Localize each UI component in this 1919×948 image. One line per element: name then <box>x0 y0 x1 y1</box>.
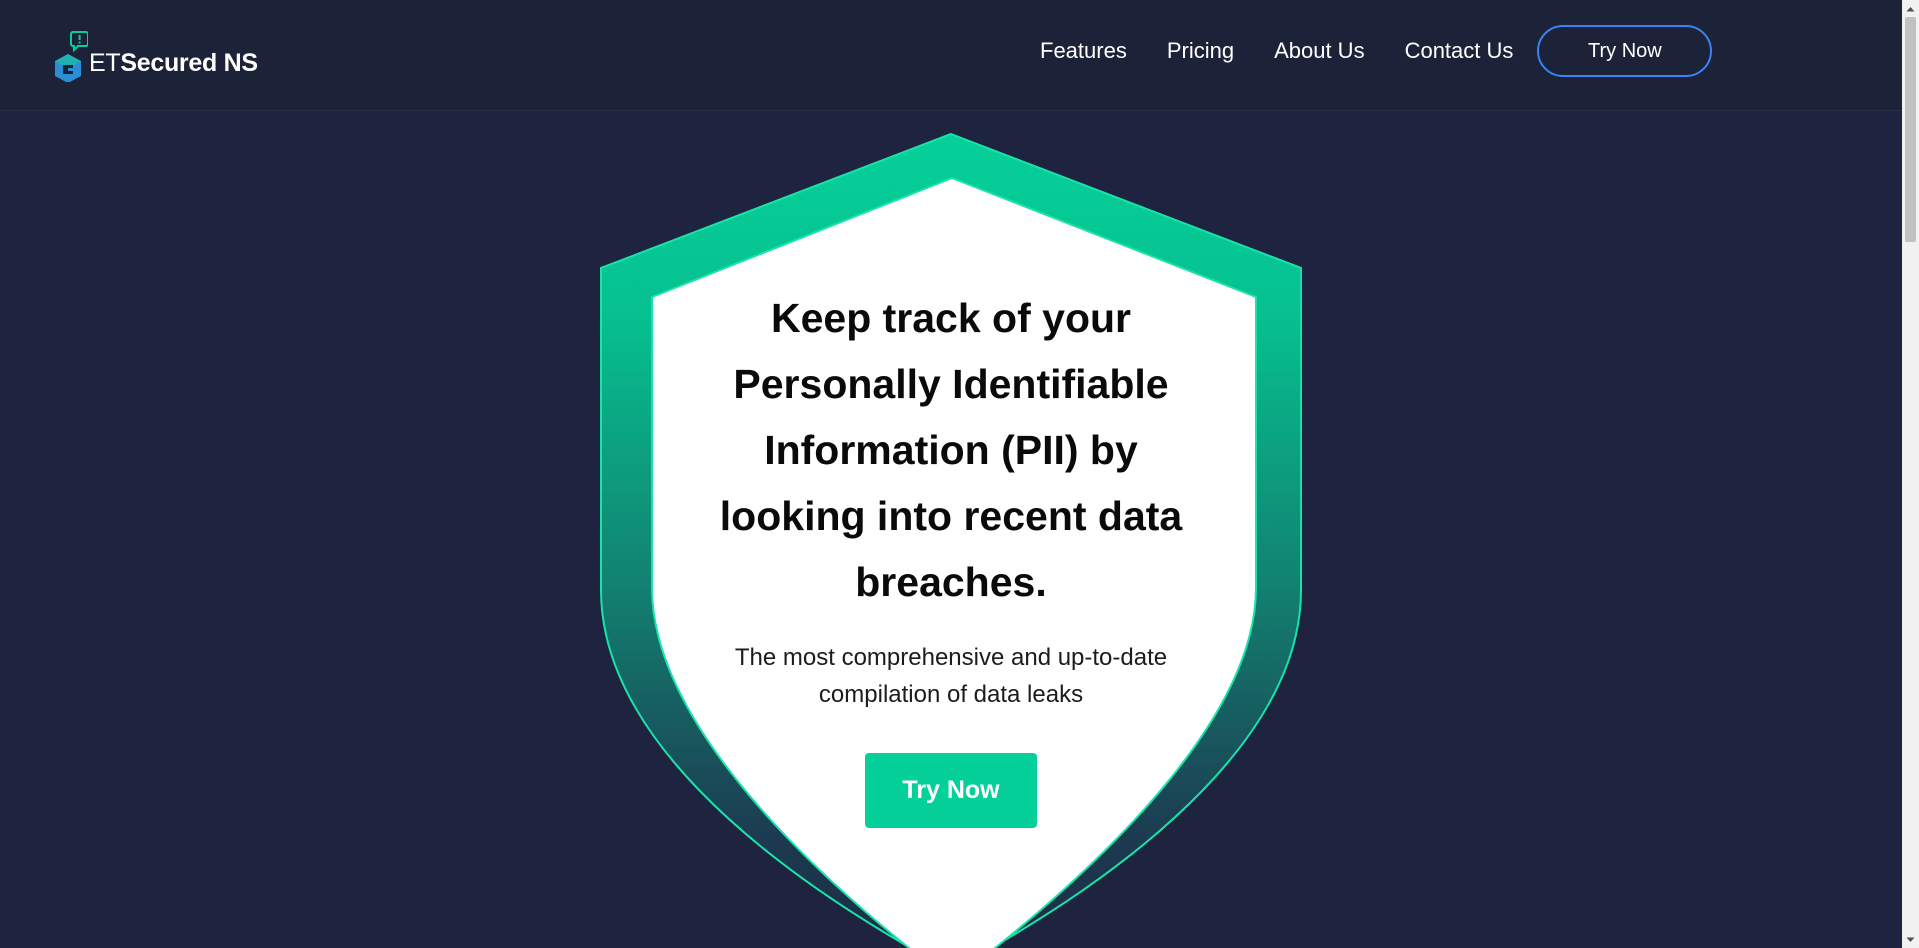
nav-link-about-us[interactable]: About Us <box>1274 38 1365 64</box>
brand-name-rest: Secured NS <box>120 49 258 77</box>
nav-link-contact-us[interactable]: Contact Us <box>1405 38 1514 64</box>
nav-link-pricing[interactable]: Pricing <box>1167 38 1234 64</box>
main-nav: Features Pricing About Us Contact Us Try… <box>1040 0 1713 102</box>
brand-logo[interactable]: ETSecured NS <box>54 26 258 83</box>
hero-try-now-button[interactable]: Try Now <box>865 753 1037 828</box>
brand-name: ETSecured NS <box>89 49 258 78</box>
scroll-up-arrow-icon[interactable] <box>1902 0 1919 17</box>
hero-subtitle: The most comprehensive and up-to-date co… <box>734 644 1168 708</box>
page-scrollbar[interactable] <box>1902 0 1919 948</box>
hero-section: Keep track of your Personally Identifiab… <box>650 285 1252 828</box>
logo-mark-icon <box>54 30 89 83</box>
hero-title: Keep track of your Personally Identifiab… <box>719 295 1183 605</box>
scrollbar-thumb[interactable] <box>1905 17 1916 242</box>
scroll-down-arrow-icon[interactable] <box>1902 931 1919 948</box>
brand-name-et: ET <box>89 49 121 77</box>
nav-try-now-button[interactable]: Try Now <box>1537 25 1713 77</box>
nav-link-features[interactable]: Features <box>1040 38 1127 64</box>
landing-page: ETSecured NS Features Pricing About Us C… <box>0 0 1919 948</box>
site-header: ETSecured NS Features Pricing About Us C… <box>0 0 1902 111</box>
